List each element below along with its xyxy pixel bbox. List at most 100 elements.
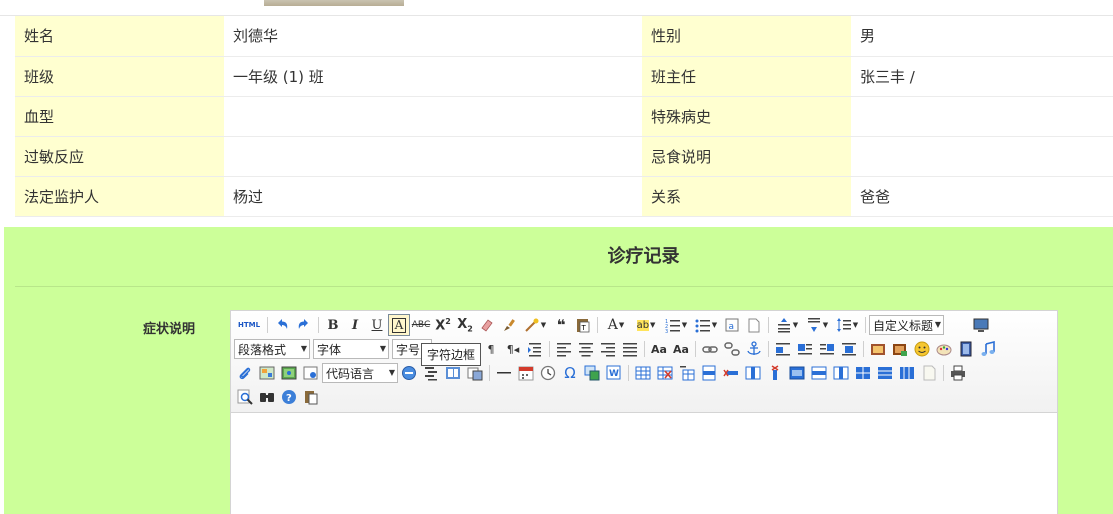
line-height-icon[interactable]: ▼	[832, 314, 862, 336]
time-icon[interactable]	[537, 362, 559, 384]
strikethrough-icon[interactable]: ABC	[410, 314, 432, 336]
special-chars-icon[interactable]: Ω	[559, 362, 581, 384]
row-spacing-bottom-icon[interactable]: ▼	[802, 314, 832, 336]
split-cols-icon[interactable]	[896, 362, 918, 384]
italic-icon[interactable]: I	[344, 314, 366, 336]
gmap-icon[interactable]	[278, 362, 300, 384]
charts-icon[interactable]	[918, 362, 940, 384]
search-replace-icon[interactable]	[234, 386, 256, 408]
relation-value: 爸爸	[851, 176, 1113, 217]
svg-text:3: 3	[665, 329, 668, 333]
redo-icon[interactable]	[293, 314, 315, 336]
align-right-icon[interactable]	[597, 338, 619, 360]
unordered-list-icon[interactable]: ▼	[691, 314, 721, 336]
char-border-icon[interactable]: A	[388, 314, 410, 336]
background-color-icon[interactable]: ab ▼	[631, 314, 661, 336]
insert-table-icon[interactable]	[632, 362, 654, 384]
chevron-down-icon: ▼	[388, 368, 395, 377]
auto-format-icon[interactable]: ▼	[520, 314, 550, 336]
insert-col-icon[interactable]	[742, 362, 764, 384]
ordered-list-icon[interactable]: 1 2 3 ▼	[661, 314, 691, 336]
delete-col-icon[interactable]	[764, 362, 786, 384]
custom-title-value: 自定义标题	[873, 318, 934, 333]
align-left-icon[interactable]	[553, 338, 575, 360]
merge-cells-icon[interactable]	[786, 362, 808, 384]
split-rows-icon[interactable]	[874, 362, 896, 384]
attachment-icon[interactable]	[234, 362, 256, 384]
merge-right-icon[interactable]	[808, 362, 830, 384]
html-label: HTML	[237, 321, 261, 329]
uppercase-icon[interactable]: Aa	[648, 338, 670, 360]
gender-value: 男	[851, 16, 1113, 57]
subscript-icon[interactable]: X2	[454, 314, 476, 336]
image-none-icon[interactable]	[772, 338, 794, 360]
date-icon[interactable]	[515, 362, 537, 384]
font-color-icon[interactable]: A ▼	[601, 314, 631, 336]
drafts-icon[interactable]	[300, 386, 322, 408]
anchor-icon[interactable]	[743, 338, 765, 360]
chevron-down-icon: ▼	[934, 320, 941, 329]
delete-table-icon[interactable]	[654, 362, 676, 384]
row-spacing-top-icon[interactable]: ▼	[772, 314, 802, 336]
divider	[865, 317, 866, 333]
link-icon[interactable]	[699, 338, 721, 360]
preview-icon[interactable]	[970, 314, 992, 336]
editor-toolbar: HTML B I U A ABC X2 X2 ▼ ❝ T A ▼ ab ▼ 1 …	[231, 311, 1057, 413]
ltr-icon[interactable]: ¶	[480, 338, 502, 360]
name-label: 姓名	[15, 16, 224, 57]
justify-icon[interactable]	[619, 338, 641, 360]
find-icon[interactable]	[256, 386, 278, 408]
paragraph-select[interactable]: 段落格式 ▼	[234, 339, 310, 359]
horizontal-rule-icon[interactable]	[493, 362, 515, 384]
font-family-select[interactable]: 字体 ▼	[313, 339, 389, 359]
clear-doc-icon[interactable]	[743, 314, 765, 336]
custom-title-select[interactable]: 自定义标题 ▼	[869, 315, 944, 335]
eraser-icon[interactable]	[476, 314, 498, 336]
split-cells-icon[interactable]	[852, 362, 874, 384]
page-break-icon[interactable]	[398, 362, 420, 384]
insert-paragraph-before-table-icon[interactable]	[676, 362, 698, 384]
word-image-icon[interactable]: W	[603, 362, 625, 384]
superscript-icon[interactable]: X2	[432, 314, 454, 336]
image-center-icon[interactable]	[838, 338, 860, 360]
divider	[267, 317, 268, 333]
merge-down-icon[interactable]	[830, 362, 852, 384]
music-icon[interactable]	[977, 338, 999, 360]
html-source-icon[interactable]: HTML	[234, 314, 264, 336]
insert-frame-icon[interactable]	[300, 362, 322, 384]
simple-upload-icon[interactable]	[867, 338, 889, 360]
format-brush-icon[interactable]	[498, 314, 520, 336]
indent-icon[interactable]	[524, 338, 546, 360]
underline-icon[interactable]: U	[366, 314, 388, 336]
map-icon[interactable]	[256, 362, 278, 384]
insert-image-icon[interactable]	[889, 338, 911, 360]
image-right-icon[interactable]	[816, 338, 838, 360]
blockquote-icon[interactable]: ❝	[550, 314, 572, 336]
toolbar-row-2: 段落格式 ▼ 字体 ▼ 字号 ¶ ¶◂ Aa Aa	[234, 338, 999, 360]
toolbar-row-3: 代码语言 ▼ Ω W	[234, 362, 969, 384]
head-teacher-label: 班主任	[642, 56, 851, 97]
insert-video-icon[interactable]	[955, 338, 977, 360]
svg-text:a: a	[729, 322, 735, 332]
help-icon[interactable]: ?	[278, 386, 300, 408]
rtl-icon[interactable]: ¶◂	[502, 338, 524, 360]
lowercase-icon[interactable]: Aa	[670, 338, 692, 360]
bold-icon[interactable]: B	[322, 314, 344, 336]
code-language-select[interactable]: 代码语言 ▼	[322, 363, 398, 383]
blood-type-label: 血型	[15, 96, 224, 137]
paste-text-icon[interactable]: T	[572, 314, 594, 336]
tooltip: 字符边框	[421, 343, 482, 366]
selectall-icon[interactable]: a	[721, 314, 743, 336]
allergy-value	[224, 136, 642, 177]
emotion-icon[interactable]	[911, 338, 933, 360]
scrawl-icon[interactable]	[933, 338, 955, 360]
snapscreen-icon[interactable]	[581, 362, 603, 384]
insert-row-icon[interactable]	[698, 362, 720, 384]
table-row: 姓名 刘德华 性别 男	[15, 16, 1113, 57]
align-center-icon[interactable]	[575, 338, 597, 360]
delete-row-icon[interactable]	[720, 362, 742, 384]
undo-icon[interactable]	[271, 314, 293, 336]
unlink-icon[interactable]	[721, 338, 743, 360]
image-left-icon[interactable]	[794, 338, 816, 360]
print-icon[interactable]	[947, 362, 969, 384]
